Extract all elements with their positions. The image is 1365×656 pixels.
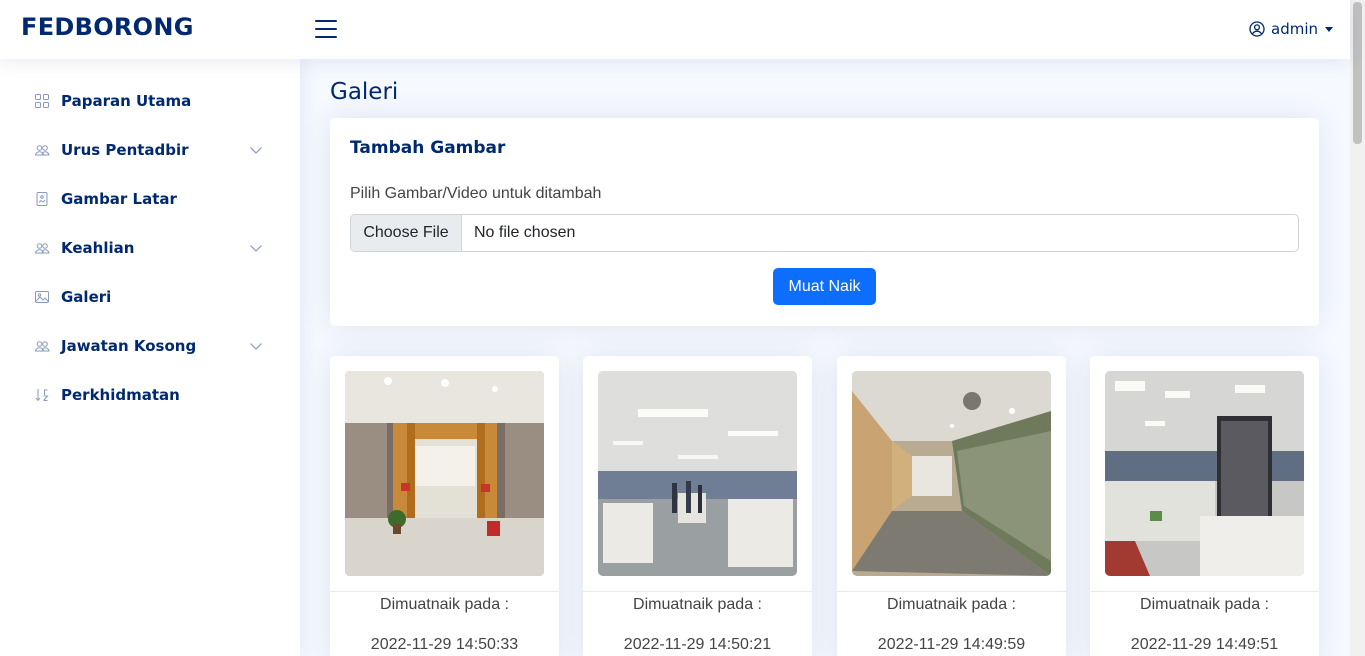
sidebar-item-urus-pentadbir[interactable]: Urus Pentadbir xyxy=(20,130,280,170)
sidebar: Paparan Utama Urus Pentadbir Gambar Lata… xyxy=(0,59,300,656)
user-name: admin xyxy=(1271,20,1318,38)
upload-button[interactable]: Muat Naik xyxy=(773,268,876,305)
sidebar-item-jawatan-kosong[interactable]: Jawatan Kosong xyxy=(20,326,280,366)
brand-logo[interactable]: FEDBORONG xyxy=(21,13,194,41)
sidebar-item-perkhidmatan[interactable]: Perkhidmatan xyxy=(20,375,280,415)
gallery-photo[interactable] xyxy=(598,371,797,576)
user-menu[interactable]: admin xyxy=(1249,20,1333,38)
sidebar-item-label: Urus Pentadbir xyxy=(61,141,189,159)
card-divider xyxy=(1090,591,1319,592)
gallery-photo[interactable] xyxy=(345,371,544,576)
sidebar-item-gambar-latar[interactable]: Gambar Latar xyxy=(20,179,280,219)
image-icon xyxy=(35,291,49,303)
upload-caption: Dimuatnaik pada : xyxy=(1140,596,1269,613)
page-scrollbar[interactable] xyxy=(1350,0,1365,656)
sidebar-item-paparan-utama[interactable]: Paparan Utama xyxy=(20,81,280,121)
menu-bar xyxy=(315,20,337,22)
chevron-down-icon xyxy=(250,147,262,154)
upload-caption: Dimuatnaik pada : xyxy=(633,596,762,613)
people-icon xyxy=(34,243,50,254)
sidebar-item-label: Paparan Utama xyxy=(61,92,192,110)
sort-icon xyxy=(35,389,49,402)
upload-timestamp: 2022-11-29 14:49:51 xyxy=(1130,636,1279,653)
menu-bar xyxy=(315,28,337,30)
top-header: FEDBORONG admin xyxy=(0,0,1350,59)
chevron-down-icon xyxy=(250,343,262,350)
caret-down-icon xyxy=(1325,26,1333,32)
grid-icon xyxy=(35,94,49,108)
sidebar-toggle-button[interactable] xyxy=(315,19,337,39)
person-circle-icon xyxy=(1249,21,1265,37)
upload-timestamp: 2022-11-29 14:50:33 xyxy=(370,636,519,653)
page-title: Galeri xyxy=(330,79,399,105)
file-image-icon xyxy=(36,192,48,206)
menu-bar xyxy=(315,36,337,38)
upload-caption: Dimuatnaik pada : xyxy=(380,596,509,613)
people-icon xyxy=(34,341,50,352)
sidebar-item-label: Keahlian xyxy=(61,239,135,257)
gallery-card: Dimuatnaik pada : 2022-11-29 14:49:59 xyxy=(837,356,1066,656)
card-divider xyxy=(330,591,559,592)
sidebar-item-label: Perkhidmatan xyxy=(61,386,180,404)
sidebar-item-label: Gambar Latar xyxy=(61,190,177,208)
card-divider xyxy=(837,591,1066,592)
scrollbar-thumb[interactable] xyxy=(1353,2,1362,144)
people-icon xyxy=(34,145,50,156)
choose-file-button[interactable]: Choose File xyxy=(351,215,462,251)
card-divider xyxy=(583,591,812,592)
gallery-card: Dimuatnaik pada : 2022-11-29 14:50:33 xyxy=(330,356,559,656)
file-input-label: Pilih Gambar/Video untuk ditambah xyxy=(350,185,602,202)
sidebar-item-keahlian[interactable]: Keahlian xyxy=(20,228,280,268)
gallery-photo[interactable] xyxy=(852,371,1051,576)
upload-timestamp: 2022-11-29 14:50:21 xyxy=(623,636,772,653)
file-status: No file chosen xyxy=(474,224,576,241)
sidebar-item-label: Jawatan Kosong xyxy=(61,337,197,355)
upload-timestamp: 2022-11-29 14:49:59 xyxy=(877,636,1026,653)
sidebar-item-galeri[interactable]: Galeri xyxy=(20,277,280,317)
file-input[interactable]: Choose File No file chosen xyxy=(350,214,1299,252)
upload-caption: Dimuatnaik pada : xyxy=(887,596,1016,613)
card-title: Tambah Gambar xyxy=(350,138,506,158)
sidebar-item-label: Galeri xyxy=(61,288,112,306)
chevron-down-icon xyxy=(250,245,262,252)
upload-card: Tambah Gambar Pilih Gambar/Video untuk d… xyxy=(330,118,1319,326)
gallery-photo[interactable] xyxy=(1105,371,1304,576)
gallery-card: Dimuatnaik pada : 2022-11-29 14:50:21 xyxy=(583,356,812,656)
gallery-card: Dimuatnaik pada : 2022-11-29 14:49:51 xyxy=(1090,356,1319,656)
